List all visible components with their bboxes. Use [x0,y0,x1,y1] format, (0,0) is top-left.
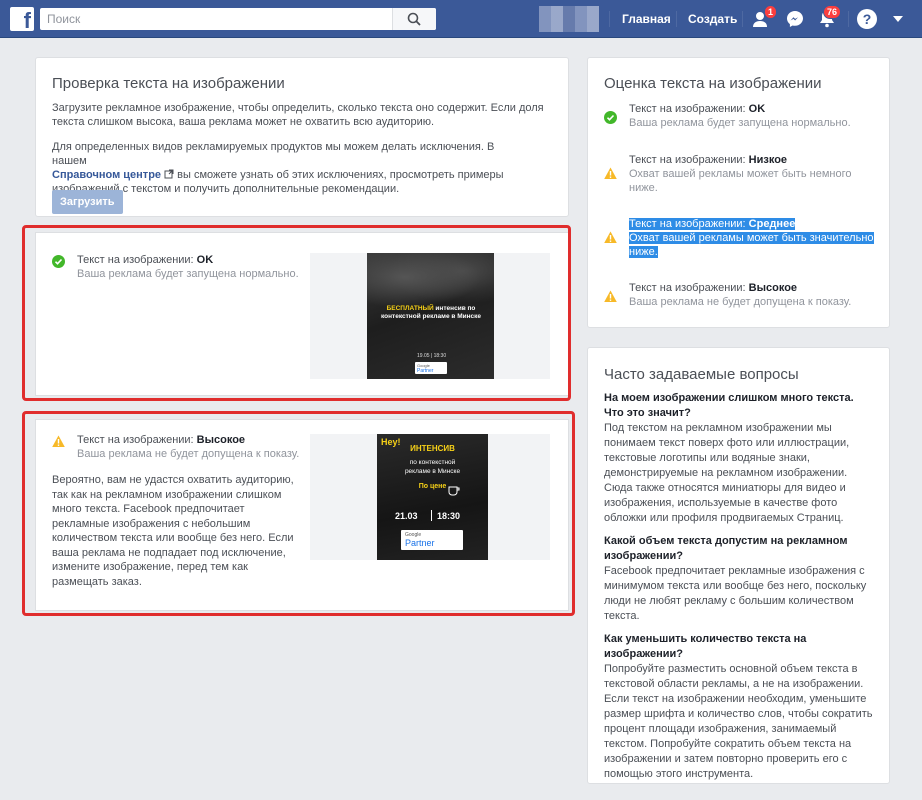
rating-value: Низкое [748,154,788,166]
highlight-frame-ok [22,225,571,401]
rating-description: Охват вашей рекламы может быть немного н… [629,168,852,194]
rating-item-ok: Текст на изображении: OK Ваша реклама бу… [604,102,874,130]
faq-card: Часто задаваемые вопросы На моем изображ… [587,347,890,784]
exceptions-paragraph: Для определенных видов рекламируемых про… [52,140,532,196]
rating-description: Ваша реклама не будет допущена к показу. [629,296,852,308]
nav-divider [609,11,610,27]
check-circle-icon [604,111,617,124]
rating-description: Ваша реклама будет запущена нормально. [629,117,851,129]
search-box [40,8,436,30]
faq-answer: Под текстом на рекламном изображении мы … [604,422,850,524]
account-menu-chevron-icon[interactable] [893,16,903,22]
nav-divider [848,11,849,27]
help-icon[interactable]: ? [857,9,877,29]
upload-button[interactable]: Загрузить [52,190,123,214]
search-button[interactable] [392,8,436,30]
card-title: Часто задаваемые вопросы [604,366,799,383]
nav-divider [676,11,677,27]
search-icon [407,12,421,26]
text-check-card: Проверка текста на изображении Загрузите… [35,57,569,217]
nav-divider [742,11,743,27]
intro-paragraph: Загрузите рекламное изображение, чтобы о… [52,102,544,128]
nav-home-link[interactable]: Главная [622,12,671,26]
rating-label: Текст на изображении: [629,154,749,166]
rating-item-medium: Текст на изображении: Среднее Охват ваше… [604,217,874,259]
highlight-frame-high [22,411,575,616]
rating-item-high: Текст на изображении: Высокое Ваша рекла… [604,281,874,309]
messenger-icon[interactable] [784,8,806,30]
faq-question: На моем изображении слишком много текста… [604,392,854,419]
external-link-icon [164,169,174,179]
friend-requests-badge: 1 [764,5,778,19]
rating-label: Текст на изображении: [629,103,749,115]
rating-value: Высокое [748,282,798,294]
rating-label: Текст на изображении: [629,218,749,230]
warning-icon [604,231,617,243]
warning-icon [604,167,617,179]
rating-value: Среднее [748,218,796,230]
warning-icon [604,290,617,302]
rating-label: Текст на изображении: [629,282,749,294]
faq-question: Какой объем текста допустим на рекламном… [604,535,848,562]
top-navigation-bar: f Главная Создать 1 76 ? [0,0,922,38]
notifications-badge: 76 [823,5,842,19]
help-center-link[interactable]: Справочном центре [52,169,161,181]
profile-avatar[interactable] [539,6,599,32]
faq-question: Как уменьшить количество текста на изобр… [604,633,807,660]
rating-item-low: Текст на изображении: Низкое Охват вашей… [604,153,859,195]
card-title: Проверка текста на изображении [52,75,285,92]
rating-value: OK [748,103,766,115]
rating-scale-card: Оценка текста на изображении Текст на из… [587,57,890,328]
facebook-logo[interactable]: f [10,7,34,31]
faq-answer: Попробуйте разместить основной объем тек… [604,663,873,780]
exceptions-text-before: Для определенных видов рекламируемых про… [52,141,495,167]
card-title: Оценка текста на изображении [604,75,822,92]
faq-list: На моем изображении слишком много текста… [604,391,876,790]
nav-create-link[interactable]: Создать [688,12,737,26]
search-input[interactable] [40,8,380,30]
rating-description: Охват вашей рекламы может быть значитель… [629,232,874,258]
faq-answer: Facebook предпочитает рекламные изображе… [604,565,867,622]
